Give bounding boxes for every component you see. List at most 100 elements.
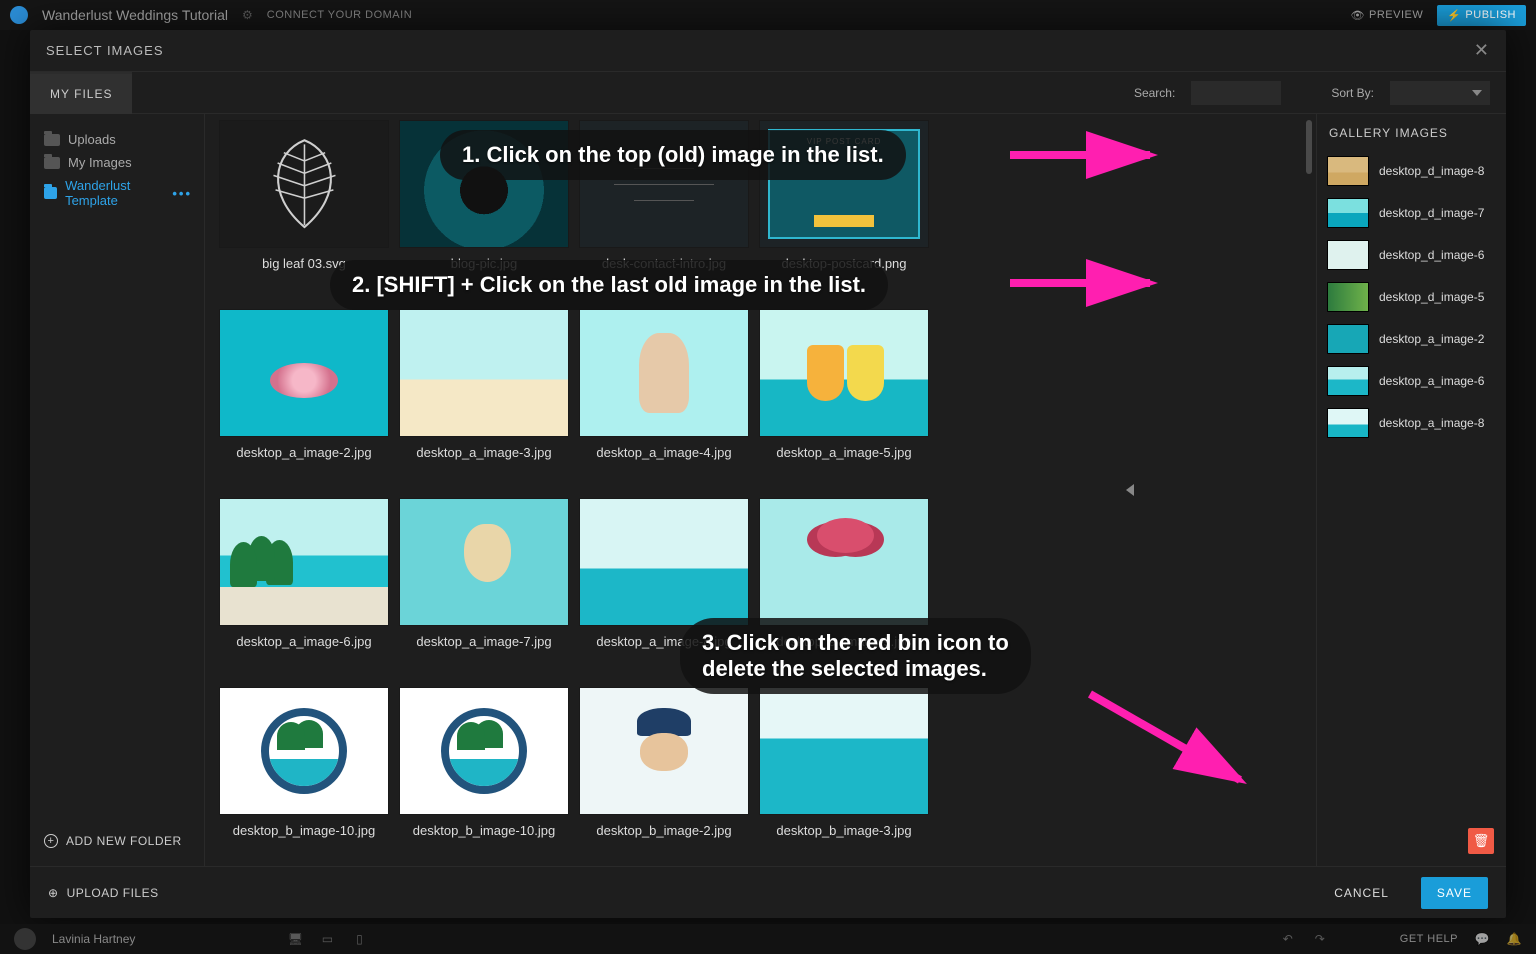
image-tile[interactable]: desktop_a_image-8.jpg (579, 498, 749, 649)
image-tile[interactable]: desktop_a_image-9.jpg (759, 498, 929, 649)
image-thumbnail (759, 309, 929, 437)
folder-wanderlust[interactable]: Wanderlust Template ••• (40, 174, 196, 212)
gallery-item[interactable]: desktop_a_image-6 (1317, 360, 1506, 402)
trash-icon: 🗑 (1473, 833, 1490, 849)
folder-open-icon (44, 187, 57, 199)
image-caption: blog-pic.jpg (451, 256, 518, 271)
gallery-thumbnail (1327, 156, 1369, 186)
image-caption: desk-contact-intro.jpg (602, 256, 726, 271)
image-thumbnail: VIP POST CARD (759, 120, 929, 248)
user-name[interactable]: Lavinia Hartney (52, 932, 135, 946)
gallery-header: GALLERY IMAGES (1317, 114, 1506, 150)
folder-my-images[interactable]: My Images (40, 151, 196, 174)
chevron-down-icon (1472, 90, 1482, 96)
delete-button[interactable]: 🗑 (1468, 828, 1494, 854)
image-caption: desktop_b_image-10.jpg (413, 823, 555, 838)
gallery-item[interactable]: desktop_d_image-5 (1317, 276, 1506, 318)
search-input[interactable] (1191, 81, 1281, 105)
status-bar: Lavinia Hartney 🖥 ▭ ▯ ↶ ↷ GET HELP 💬 🔔 (0, 924, 1536, 954)
device-mobile-icon[interactable]: ▯ (351, 931, 367, 947)
image-caption: big leaf 03.svg (262, 256, 346, 271)
folder-label: Wanderlust Template (65, 178, 164, 208)
tab-my-files[interactable]: MY FILES (30, 72, 132, 114)
folder-label: My Images (68, 155, 132, 170)
modal-title: SELECT IMAGES (46, 43, 164, 58)
gallery-item[interactable]: desktop_d_image-8 (1317, 150, 1506, 192)
device-desktop-icon[interactable]: 🖥 (287, 931, 303, 947)
gallery-item-name: desktop_d_image-8 (1379, 164, 1484, 178)
image-tile[interactable]: desktop_b_image-2.jpg (579, 687, 749, 838)
image-thumbnail (219, 687, 389, 815)
image-thumbnail (399, 120, 569, 248)
image-caption: desktop_a_image-9.jpg (776, 634, 911, 649)
image-tile[interactable]: desktop_a_image-7.jpg (399, 498, 569, 649)
folder-icon (44, 157, 60, 169)
image-caption: desktop_a_image-2.jpg (236, 445, 371, 460)
image-tile[interactable]: desktop_a_image-4.jpg (579, 309, 749, 460)
gallery-thumbnail (1327, 282, 1369, 312)
redo-icon[interactable]: ↷ (1312, 931, 1328, 947)
image-tile[interactable]: desktop_a_image-3.jpg (399, 309, 569, 460)
collapse-right-icon[interactable] (1126, 484, 1134, 496)
gallery-thumbnail (1327, 366, 1369, 396)
image-thumbnail (579, 309, 749, 437)
image-tile[interactable]: blog-pic.jpg (399, 120, 569, 271)
get-help-link[interactable]: GET HELP (1400, 933, 1458, 945)
gallery-item-name: desktop_a_image-2 (1379, 332, 1484, 346)
plus-circle-icon: + (44, 834, 58, 848)
modal-footer: ⊕ UPLOAD FILES CANCEL SAVE (30, 866, 1506, 918)
folder-tree: Uploads My Images Wanderlust Template ••… (30, 114, 205, 866)
gallery-item[interactable]: desktop_d_image-7 (1317, 192, 1506, 234)
image-tile[interactable]: VIP POST CARDdesktop-postcard.png (759, 120, 929, 271)
upload-icon: ⊕ (48, 886, 59, 900)
image-tile[interactable]: desktop_a_image-5.jpg (759, 309, 929, 460)
cancel-button[interactable]: CANCEL (1320, 877, 1403, 909)
preview-button[interactable]: 👁PREVIEW (1351, 9, 1424, 22)
modal-header: SELECT IMAGES ✕ (30, 30, 1506, 72)
avatar[interactable] (14, 928, 36, 950)
undo-icon[interactable]: ↶ (1280, 931, 1296, 947)
gallery-item[interactable]: desktop_a_image-8 (1317, 402, 1506, 444)
image-tile[interactable]: desktop_b_image-3.jpg (759, 687, 929, 838)
save-button[interactable]: SAVE (1421, 877, 1488, 909)
search-label: Search: (1134, 86, 1175, 100)
app-topbar: Wanderlust Weddings Tutorial ⚙ CONNECT Y… (0, 0, 1536, 30)
image-thumbnail (219, 120, 389, 248)
image-thumbnail (579, 498, 749, 626)
chat-icon[interactable]: 💬 (1474, 931, 1490, 947)
image-tile[interactable]: desktop_a_image-2.jpg (219, 309, 389, 460)
app-logo (10, 6, 28, 24)
image-tile[interactable]: desktop_b_image-10.jpg (219, 687, 389, 838)
sortby-select[interactable] (1390, 81, 1490, 105)
folder-icon (44, 134, 60, 146)
image-tile[interactable]: desktop_a_image-6.jpg (219, 498, 389, 649)
publish-button[interactable]: ⚡PUBLISH (1437, 5, 1526, 26)
select-images-modal: SELECT IMAGES ✕ MY FILES Search: Sort By… (30, 30, 1506, 918)
notification-icon[interactable]: 🔔 (1506, 931, 1522, 947)
image-tile[interactable]: desktop_b_image-10.jpg (399, 687, 569, 838)
image-thumbnail (219, 309, 389, 437)
image-grid-scroll[interactable]: big leaf 03.svg blog-pic.jpg desk-contact-… (213, 114, 1316, 866)
scrollbar-thumb[interactable] (1306, 120, 1312, 174)
gallery-item[interactable]: desktop_a_image-2 (1317, 318, 1506, 360)
image-caption: desktop_b_image-2.jpg (596, 823, 731, 838)
image-thumbnail (759, 687, 929, 815)
device-tablet-icon[interactable]: ▭ (319, 931, 335, 947)
gallery-item-name: desktop_d_image-6 (1379, 248, 1484, 262)
folder-uploads[interactable]: Uploads (40, 128, 196, 151)
gallery-thumbnail (1327, 240, 1369, 270)
folder-menu-icon[interactable]: ••• (172, 186, 192, 201)
add-new-folder-button[interactable]: + ADD NEW FOLDER (40, 826, 196, 856)
image-tile[interactable]: desk-contact-intro.jpg (579, 120, 749, 271)
gallery-item-name: desktop_d_image-7 (1379, 206, 1484, 220)
image-caption: desktop_b_image-10.jpg (233, 823, 375, 838)
image-caption: desktop_a_image-7.jpg (416, 634, 551, 649)
image-grid-wrap: big leaf 03.svg blog-pic.jpg desk-contact-… (205, 114, 1316, 866)
connect-domain-link[interactable]: CONNECT YOUR DOMAIN (267, 9, 412, 21)
gallery-item[interactable]: desktop_d_image-6 (1317, 234, 1506, 276)
image-caption: desktop_a_image-8.jpg (596, 634, 731, 649)
image-tile[interactable]: big leaf 03.svg (219, 120, 389, 271)
upload-files-button[interactable]: ⊕ UPLOAD FILES (48, 886, 159, 900)
image-caption: desktop_a_image-5.jpg (776, 445, 911, 460)
close-icon[interactable]: ✕ (1474, 40, 1490, 61)
